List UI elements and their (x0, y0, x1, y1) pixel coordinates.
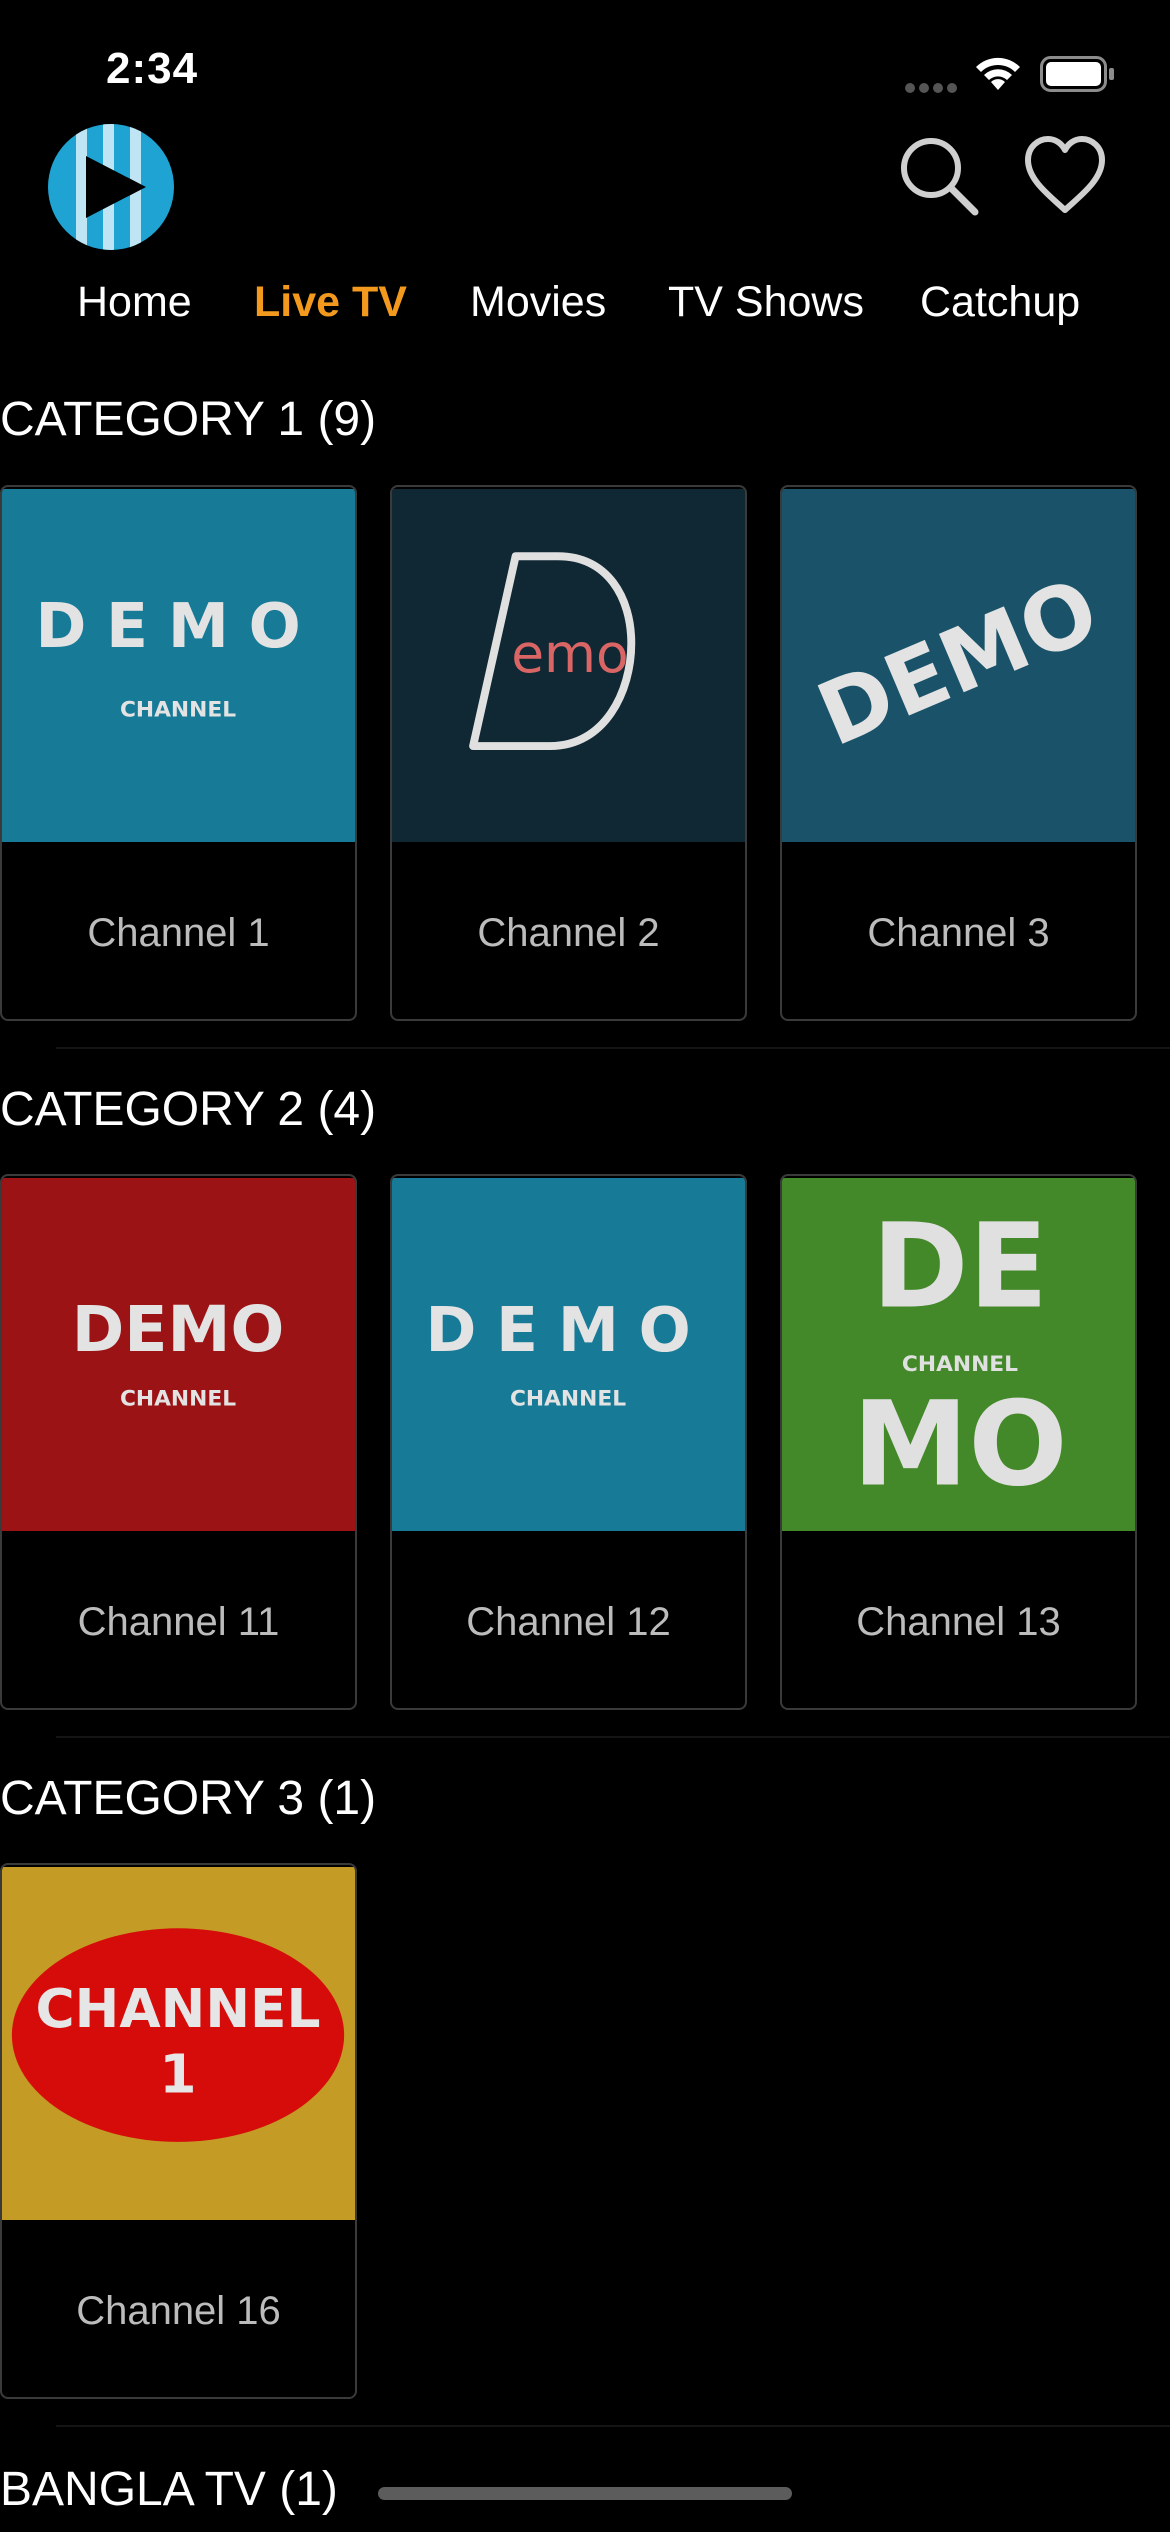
channel-16-logo: CHANNEL 1 (2, 1867, 355, 2220)
cellular-signal-icon (905, 80, 961, 98)
channel-13-logo: DE CHANNEL MO (782, 1178, 1135, 1531)
channel-card-16[interactable]: CHANNEL 1 Channel 16 (0, 1863, 357, 2399)
channel-name: Channel 3 (867, 911, 1050, 955)
channel-name: Channel 11 (77, 1600, 280, 1644)
section-divider (56, 1736, 1170, 1738)
svg-text:MO: MO (852, 1377, 1067, 1513)
tab-tv-shows[interactable]: TV Shows (668, 278, 864, 327)
channel-12-logo: DEMO CHANNEL (392, 1178, 745, 1531)
svg-text:DEMO: DEMO (72, 1292, 284, 1366)
battery-icon (1040, 56, 1114, 92)
favorites-button[interactable] (1020, 130, 1110, 220)
section-divider (56, 2425, 1170, 2427)
channel-name: Channel 2 (477, 911, 660, 955)
channel-name: Channel 12 (466, 1600, 671, 1644)
svg-text:1: 1 (159, 2042, 196, 2105)
status-time: 2:34 (106, 44, 199, 93)
svg-text:DEMO: DEMO (36, 591, 321, 662)
section-title-category-1: CATEGORY 1 (9) (0, 393, 377, 446)
svg-text:CHANNEL: CHANNEL (120, 697, 236, 722)
tab-live-tv[interactable]: Live TV (254, 278, 407, 327)
channel-name: Channel 16 (76, 2289, 281, 2333)
channel-11-logo: DEMO CHANNEL (2, 1178, 355, 1531)
channel-card-12[interactable]: DEMO CHANNEL Channel 12 (390, 1174, 747, 1710)
channel-2-logo: emo (392, 489, 745, 842)
section-title-category-3: CATEGORY 3 (1) (0, 1772, 377, 1825)
svg-text:CHANNEL: CHANNEL (902, 1352, 1018, 1377)
section-title-bangla-tv: BANGLA TV (1) (0, 2463, 338, 2516)
wifi-icon (976, 57, 1020, 90)
channel-name: Channel 13 (856, 1600, 1061, 1644)
svg-text:DE: DE (872, 1199, 1049, 1335)
svg-text:emo: emo (511, 622, 628, 685)
channel-card-13[interactable]: DE CHANNEL MO Channel 13 (780, 1174, 1137, 1710)
svg-text:CHANNEL: CHANNEL (510, 1386, 626, 1411)
nav-tabs: Home Live TV Movies TV Shows Catchup (0, 278, 1170, 338)
search-button[interactable] (893, 130, 983, 220)
home-indicator (378, 2487, 792, 2500)
status-bar: 2:34 (0, 0, 1170, 130)
tab-home[interactable]: Home (77, 278, 192, 327)
search-icon (901, 138, 979, 216)
svg-text:CHANNEL: CHANNEL (36, 1977, 321, 2040)
channel-3-logo: DEMO (782, 489, 1135, 842)
svg-text:DEMO: DEMO (426, 1295, 711, 1366)
section-title-category-2: CATEGORY 2 (4) (0, 1083, 377, 1136)
tab-catchup[interactable]: Catchup (920, 278, 1080, 327)
channel-card-2[interactable]: emo Channel 2 (390, 485, 747, 1021)
section-divider (56, 1047, 1170, 1049)
channel-name: Channel 1 (87, 911, 270, 955)
app-logo[interactable] (46, 122, 176, 252)
channel-card-1[interactable]: DEMO CHANNEL Channel 1 (0, 485, 357, 1021)
svg-text:CHANNEL: CHANNEL (120, 1386, 236, 1411)
channel-card-3[interactable]: DEMO Channel 3 (780, 485, 1137, 1021)
channel-1-logo: DEMO CHANNEL (2, 489, 355, 842)
heart-icon (1025, 136, 1105, 213)
channel-card-11[interactable]: DEMO CHANNEL Channel 11 (0, 1174, 357, 1710)
tab-movies[interactable]: Movies (470, 278, 606, 327)
